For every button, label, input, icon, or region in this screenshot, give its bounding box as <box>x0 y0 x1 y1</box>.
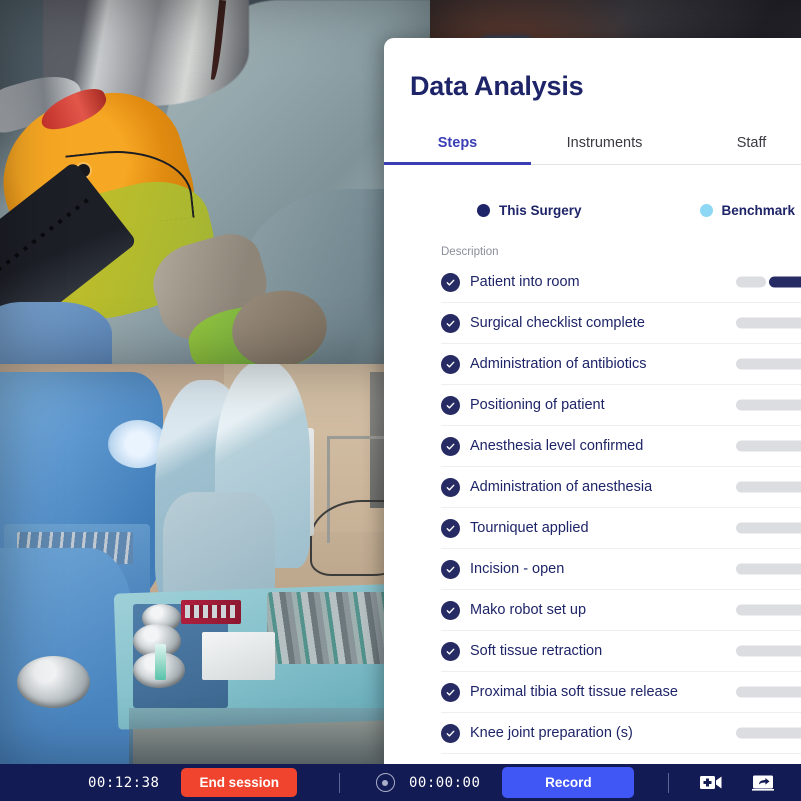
step-row[interactable]: Positioning of patient <box>441 385 801 426</box>
legend-label: This Surgery <box>499 203 582 218</box>
data-analysis-panel: Data Analysis Steps Instruments Staff Th… <box>384 38 801 764</box>
step-row[interactable]: Patient into room <box>441 262 801 303</box>
check-circle-icon <box>441 559 460 579</box>
tab-steps[interactable]: Steps <box>384 127 531 165</box>
this-surgery-bar <box>768 276 801 288</box>
benchmark-bar <box>736 686 801 698</box>
benchmark-bar <box>736 522 801 534</box>
step-row[interactable]: Surgical checklist complete <box>441 303 801 344</box>
blue-drape-shape <box>0 302 112 364</box>
benchmark-bar <box>736 358 801 370</box>
step-duration-bars <box>736 604 801 616</box>
check-circle-icon <box>441 395 460 415</box>
app-root: Data Analysis Steps Instruments Staff Th… <box>0 0 801 801</box>
step-row[interactable]: Tourniquet applied <box>441 508 801 549</box>
step-row[interactable]: Knee joint preparation (s) <box>441 713 801 754</box>
step-duration-bars <box>736 522 801 534</box>
column-header-description: Description <box>441 246 499 258</box>
step-duration-bars <box>736 399 801 411</box>
session-toolbar: 00:12:38 End session 00:00:00 Record <box>0 764 801 801</box>
step-duration-bars <box>736 276 801 288</box>
video-feed-surgical-closeup[interactable] <box>0 0 430 364</box>
tab-instruments[interactable]: Instruments <box>531 127 678 165</box>
benchmark-bar <box>736 645 801 657</box>
step-label: Soft tissue retraction <box>470 643 603 659</box>
step-duration-bars <box>736 727 801 739</box>
record-dot-icon[interactable] <box>375 773 395 792</box>
toolbar-divider <box>338 772 340 793</box>
benchmark-bar <box>736 399 801 411</box>
page-title: Data Analysis <box>410 71 584 101</box>
step-label: Patient into room <box>470 274 580 290</box>
toolbar-divider <box>668 772 670 793</box>
benchmark-bar <box>736 317 801 329</box>
step-label: Positioning of patient <box>470 397 605 413</box>
step-duration-bars <box>736 686 801 698</box>
benchmark-bar <box>736 440 801 452</box>
supply-tray-shape <box>202 632 276 680</box>
camera-plus-icon[interactable] <box>699 773 723 793</box>
step-label: Anesthesia level confirmed <box>470 438 644 454</box>
step-label: Administration of anesthesia <box>470 479 653 495</box>
check-circle-icon <box>441 354 460 374</box>
check-circle-icon <box>441 641 460 661</box>
step-duration-bars <box>736 645 801 657</box>
step-label: Surgical checklist complete <box>470 315 645 331</box>
benchmark-bar <box>736 604 801 616</box>
step-duration-bars <box>736 440 801 452</box>
step-label: Tourniquet applied <box>470 520 589 536</box>
check-circle-icon <box>441 313 460 333</box>
benchmark-bar <box>736 563 801 575</box>
step-label: Proximal tibia soft tissue release <box>470 684 678 700</box>
step-row[interactable]: Administration of antibiotics <box>441 344 801 385</box>
legend-dot-icon <box>699 204 713 217</box>
legend-item-this-surgery: This Surgery <box>477 203 582 218</box>
legend-label: Benchmark <box>721 203 796 218</box>
check-circle-icon <box>441 723 460 743</box>
step-row[interactable]: Administration of anesthesia <box>441 467 801 508</box>
sterile-drape-shape <box>0 548 134 764</box>
check-circle-icon <box>441 272 460 292</box>
check-circle-icon <box>441 436 460 456</box>
metal-bowl-shape <box>17 656 91 708</box>
benchmark-bar <box>736 481 801 493</box>
record-timer: 00:00:00 <box>408 774 481 791</box>
benchmark-bar <box>736 276 766 288</box>
benchmark-bar <box>736 727 801 739</box>
step-duration-bars <box>736 481 801 493</box>
check-circle-icon <box>441 518 460 538</box>
step-row[interactable]: Mako robot set up <box>441 590 801 631</box>
screen-share-icon[interactable] <box>751 773 775 793</box>
step-label: Mako robot set up <box>470 602 587 618</box>
step-label: Incision - open <box>470 561 565 577</box>
step-row[interactable]: Anesthesia level confirmed <box>441 426 801 467</box>
chart-legend: This Surgery Benchmark <box>384 203 801 218</box>
step-label: Knee joint preparation (s) <box>470 725 633 741</box>
step-duration-bars <box>736 317 801 329</box>
session-timer: 00:12:38 <box>88 774 160 791</box>
tab-staff[interactable]: Staff <box>678 127 801 165</box>
instrument-case-shape <box>180 600 241 624</box>
step-row[interactable]: Incision - open <box>441 549 801 590</box>
step-label: Administration of antibiotics <box>470 356 647 372</box>
tab-bar: Steps Instruments Staff <box>384 127 801 165</box>
video-feed-room-overview[interactable] <box>0 364 430 764</box>
steps-list: Patient into room Surgical checklist comp… <box>384 262 801 754</box>
step-row[interactable]: Proximal tibia soft tissue release <box>441 672 801 713</box>
syringe-shape <box>154 644 166 680</box>
check-circle-icon <box>441 682 460 702</box>
legend-dot-icon <box>477 204 490 217</box>
step-duration-bars <box>736 358 801 370</box>
check-circle-icon <box>441 477 460 497</box>
record-button[interactable]: Record <box>502 767 635 798</box>
end-session-button[interactable]: End session <box>181 768 297 797</box>
step-row[interactable]: Soft tissue retraction <box>441 631 801 672</box>
legend-item-benchmark: Benchmark <box>699 203 796 218</box>
check-circle-icon <box>441 600 460 620</box>
step-duration-bars <box>736 563 801 575</box>
